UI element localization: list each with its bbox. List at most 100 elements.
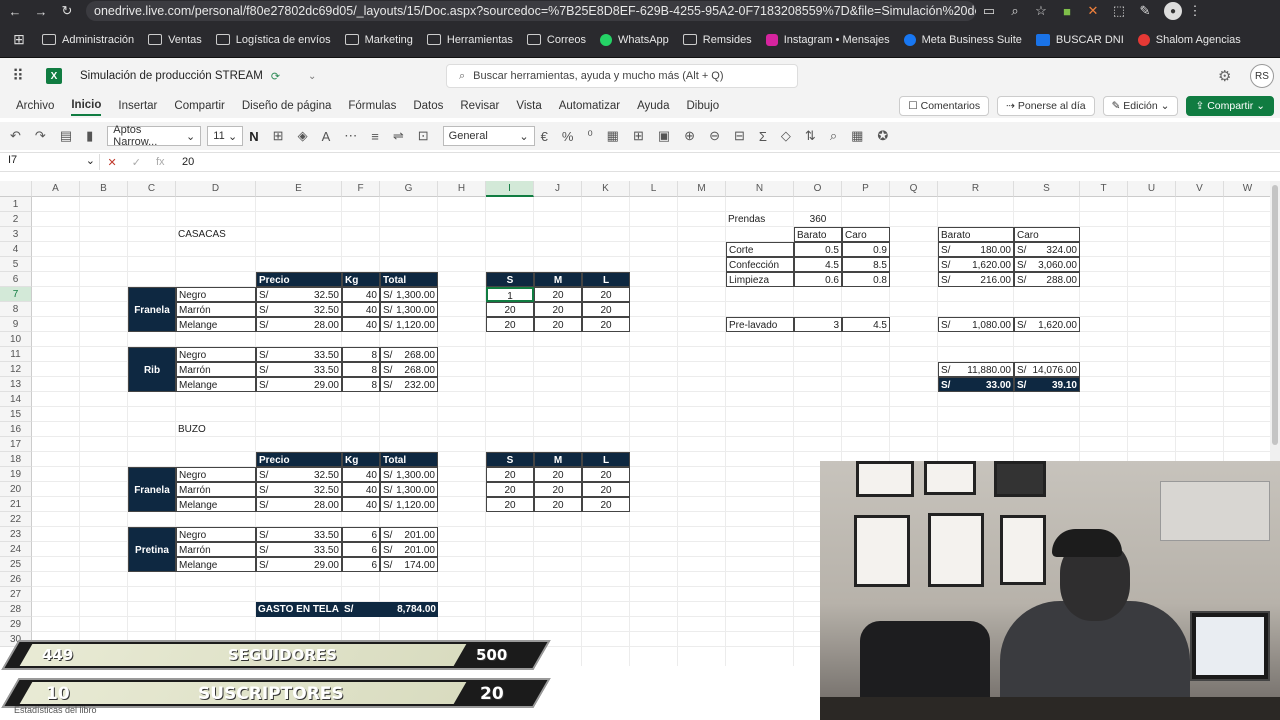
kg-cell[interactable]: 6 bbox=[342, 527, 380, 542]
header-kg[interactable]: Kg bbox=[342, 272, 380, 287]
header-l[interactable]: L bbox=[582, 272, 630, 287]
color-cell[interactable]: Melange bbox=[176, 557, 256, 572]
row-header[interactable]: 10 bbox=[0, 332, 32, 347]
column-header[interactable]: D bbox=[176, 181, 256, 197]
size-qty-cell[interactable]: 20 bbox=[486, 482, 534, 497]
kg-cell[interactable]: 8 bbox=[342, 347, 380, 362]
column-header[interactable]: Q bbox=[890, 181, 938, 197]
color-cell[interactable]: Negro bbox=[176, 347, 256, 362]
size-qty-cell[interactable]: 20 bbox=[582, 317, 630, 332]
decimal-icon[interactable]: ⁰ bbox=[587, 128, 592, 144]
price-cell[interactable]: S/29.00 bbox=[256, 557, 342, 572]
money-cell[interactable]: S/1,080.00 bbox=[938, 317, 1014, 332]
fill-color-icon[interactable]: ◈ bbox=[298, 128, 308, 144]
column-header[interactable]: A bbox=[32, 181, 80, 197]
row-header[interactable]: 19 bbox=[0, 467, 32, 482]
forward-icon[interactable]: → bbox=[30, 4, 52, 19]
chevron-down-icon[interactable]: ⌄ bbox=[308, 71, 316, 82]
header-caro[interactable]: Caro bbox=[842, 227, 890, 242]
total-cell[interactable]: S/201.00 bbox=[380, 542, 438, 557]
percent-icon[interactable]: % bbox=[562, 129, 574, 144]
row-header[interactable]: 22 bbox=[0, 512, 32, 527]
row-header[interactable]: 9 bbox=[0, 317, 32, 332]
row-header[interactable]: 16 bbox=[0, 422, 32, 437]
zoom-icon[interactable]: ⌕ bbox=[1002, 3, 1028, 19]
header-s[interactable]: S bbox=[486, 452, 534, 467]
kg-cell[interactable]: 8 bbox=[342, 377, 380, 392]
column-header[interactable]: C bbox=[128, 181, 176, 197]
column-header[interactable]: L bbox=[630, 181, 678, 197]
wrap-icon[interactable]: ⇌ bbox=[393, 128, 404, 144]
column-header[interactable]: E bbox=[256, 181, 342, 197]
cost-caro[interactable]: 0.9 bbox=[842, 242, 890, 257]
kg-cell[interactable]: 40 bbox=[342, 467, 380, 482]
total-cell[interactable]: S/1,120.00 bbox=[380, 317, 438, 332]
price-cell[interactable]: S/32.50 bbox=[256, 467, 342, 482]
color-cell[interactable]: Melange bbox=[176, 317, 256, 332]
row-header[interactable]: 17 bbox=[0, 437, 32, 452]
format-table-icon[interactable]: ⊞ bbox=[633, 128, 644, 144]
share-button[interactable]: ⇪ Compartir ⌄ bbox=[1186, 96, 1274, 116]
tab-archivo[interactable]: Archivo bbox=[16, 97, 54, 115]
align-icon[interactable]: ≡ bbox=[371, 129, 379, 144]
bookmark[interactable]: BUSCAR DNI bbox=[1035, 33, 1124, 46]
money-cell[interactable]: S/39.10 bbox=[1014, 377, 1080, 392]
kg-cell[interactable]: 40 bbox=[342, 497, 380, 512]
tab-dibujo[interactable]: Dibujo bbox=[686, 97, 719, 115]
size-qty-cell[interactable]: 20 bbox=[534, 482, 582, 497]
bookmark[interactable]: WhatsApp bbox=[600, 33, 669, 46]
total-cell[interactable]: S/1,300.00 bbox=[380, 302, 438, 317]
cost-label[interactable]: Corte bbox=[726, 242, 794, 257]
column-header[interactable]: S bbox=[1014, 181, 1080, 197]
font-name-select[interactable]: Aptos Narrow... ⌄ bbox=[107, 124, 202, 148]
undo-icon[interactable]: ↶ bbox=[10, 128, 21, 144]
bold-icon[interactable]: N bbox=[249, 129, 258, 144]
column-header[interactable]: I bbox=[486, 181, 534, 197]
prelavado-barato[interactable]: 3 bbox=[794, 317, 842, 332]
tab-automatizar[interactable]: Automatizar bbox=[559, 97, 620, 115]
row-header[interactable]: 24 bbox=[0, 542, 32, 557]
confirm-icon[interactable]: ✓ bbox=[132, 156, 141, 169]
header-l[interactable]: L bbox=[582, 452, 630, 467]
gasto-value[interactable]: 8,784.00 bbox=[380, 602, 438, 617]
row-header[interactable]: 12 bbox=[0, 362, 32, 377]
column-header[interactable]: U bbox=[1128, 181, 1176, 197]
money-cell[interactable]: S/180.00 bbox=[938, 242, 1014, 257]
size-qty-cell[interactable]: 20 bbox=[486, 497, 534, 512]
row-header[interactable]: 20 bbox=[0, 482, 32, 497]
extensions-icon[interactable]: ⬚ bbox=[1106, 3, 1132, 19]
size-qty-cell[interactable]: 20 bbox=[582, 302, 630, 317]
total-cell[interactable]: S/1,300.00 bbox=[380, 287, 438, 302]
document-name[interactable]: Simulación de producción STREAM bbox=[80, 70, 263, 82]
price-cell[interactable]: S/32.50 bbox=[256, 287, 342, 302]
gasto-currency[interactable]: S/ bbox=[342, 602, 380, 617]
cost-barato[interactable]: 0.5 bbox=[794, 242, 842, 257]
size-qty-cell[interactable]: 20 bbox=[582, 467, 630, 482]
row-header[interactable]: 14 bbox=[0, 392, 32, 407]
editing-button[interactable]: ✎ Edición ⌄ bbox=[1102, 96, 1179, 116]
fx-icon[interactable]: fx bbox=[156, 156, 165, 169]
color-cell[interactable]: Melange bbox=[176, 377, 256, 392]
row-header[interactable]: 7 bbox=[0, 287, 32, 302]
price-cell[interactable]: S/33.50 bbox=[256, 542, 342, 557]
bookmark[interactable]: Logística de envíos bbox=[215, 34, 331, 46]
column-header[interactable]: B bbox=[80, 181, 128, 197]
app-launcher-icon[interactable]: ⠿ bbox=[0, 66, 36, 86]
prendas-value[interactable]: 360 bbox=[794, 212, 842, 227]
price-cell[interactable]: S/29.00 bbox=[256, 377, 342, 392]
address-bar[interactable]: onedrive.live.com/personal/f80e27802dc69… bbox=[86, 1, 976, 21]
column-header[interactable]: P bbox=[842, 181, 890, 197]
price-cell[interactable]: S/32.50 bbox=[256, 302, 342, 317]
extension-green-icon[interactable]: ■ bbox=[1054, 4, 1080, 19]
profile-avatar[interactable]: ● bbox=[1164, 2, 1182, 20]
size-qty-cell[interactable]: 20 bbox=[486, 302, 534, 317]
prendas-label[interactable]: Prendas bbox=[726, 212, 794, 227]
size-qty-cell[interactable]: 20 bbox=[486, 317, 534, 332]
bookmark[interactable]: Administración bbox=[42, 34, 134, 46]
bookmark[interactable]: Remsides bbox=[682, 34, 752, 46]
color-cell[interactable]: Negro bbox=[176, 527, 256, 542]
cost-caro[interactable]: 0.8 bbox=[842, 272, 890, 287]
price-cell[interactable]: S/33.50 bbox=[256, 347, 342, 362]
row-header[interactable]: 21 bbox=[0, 497, 32, 512]
tab-revisar[interactable]: Revisar bbox=[460, 97, 499, 115]
